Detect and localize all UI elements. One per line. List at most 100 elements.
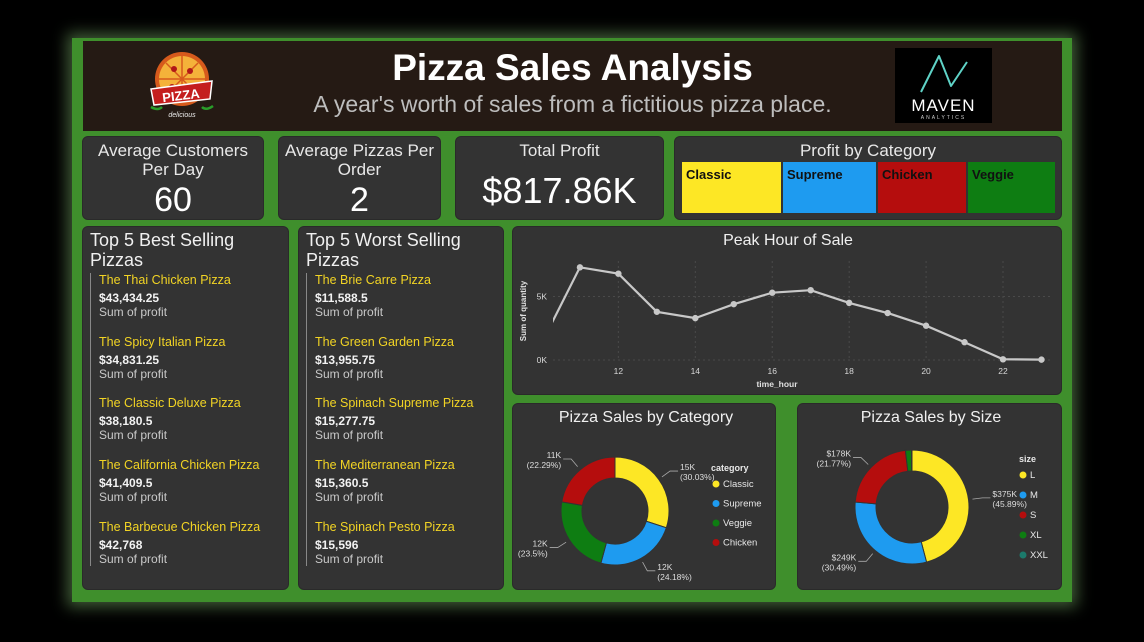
category-block-veggie[interactable]: Veggie [968, 162, 1055, 213]
peak-hour-chart: Peak Hour of Sale Sum of quantity time_h… [519, 232, 1053, 389]
pizza-profit: $15,360.5 [315, 476, 369, 491]
best-selling-panel: Top 5 Best Selling Pizzas The Thai Chick… [82, 226, 289, 590]
kpi-label: Average Pizzas Per Order [285, 141, 434, 179]
leader-line [563, 458, 578, 467]
category-label: Supreme [787, 167, 843, 182]
legend-swatch [712, 480, 720, 488]
data-point[interactable] [1038, 356, 1045, 363]
leader-line [549, 541, 567, 548]
list-item: The Mediterranean Pizza $15,360.5 Sum of… [315, 458, 495, 520]
slice-value-label: 12K [657, 562, 672, 572]
pizza-profit-label: Sum of profit [315, 428, 384, 443]
slice-percent-label: (21.77%) [817, 459, 852, 469]
chart-title: Pizza Sales by Category [559, 409, 733, 426]
legend-item[interactable]: Supreme [723, 499, 762, 510]
donut-slice-m[interactable] [854, 501, 928, 565]
x-tick-label: 20 [921, 366, 931, 376]
donut-slice-supreme[interactable] [600, 520, 667, 566]
profit-by-category: Profit by Category Classic Supreme Chick… [674, 136, 1062, 220]
data-point[interactable] [692, 314, 699, 322]
x-tick-label: 22 [998, 366, 1008, 376]
list-item: The Green Garden Pizza $13,955.75 Sum of… [315, 335, 495, 397]
peak-hour-panel: Peak Hour of Sale Sum of quantity time_h… [512, 226, 1062, 395]
legend-swatch [1019, 511, 1027, 519]
data-point[interactable] [769, 289, 776, 296]
legend-swatch [1019, 491, 1027, 499]
data-point[interactable] [922, 322, 930, 329]
pizza-name: The Spinach Pesto Pizza [315, 519, 455, 534]
pizza-name: The California Chicken Pizza [99, 458, 260, 473]
pizza-profit-label: Sum of profit [99, 366, 168, 381]
list-item: The Brie Carre Pizza $11,588.5 Sum of pr… [315, 273, 495, 335]
kpi-total-profit: Total Profit $817.86K [455, 136, 664, 220]
leader-line [853, 457, 869, 465]
data-point[interactable] [576, 264, 584, 271]
legend-item[interactable]: S [1030, 510, 1036, 521]
leader-line [858, 553, 874, 562]
legend-swatch [712, 519, 720, 527]
data-point[interactable] [845, 299, 853, 307]
legend-item[interactable]: Chicken [723, 538, 757, 549]
kpi-avg-pizzas: Average Pizzas Per Order 2 [278, 136, 441, 220]
donut-slice-classic[interactable] [614, 456, 670, 529]
legend-swatch [1019, 551, 1027, 559]
category-block-supreme[interactable]: Supreme [783, 162, 876, 213]
data-point[interactable] [999, 356, 1007, 363]
list-item: The Thai Chicken Pizza $43,434.25 Sum of… [99, 273, 279, 335]
list-item: The Barbecue Chicken Pizza $42,768 Sum o… [99, 520, 279, 566]
y-tick-label: 5K [537, 292, 548, 302]
data-point[interactable] [730, 300, 737, 308]
pizza-name: The Barbecue Chicken Pizza [99, 519, 261, 534]
x-tick-label: 14 [691, 366, 701, 376]
data-point[interactable] [653, 308, 661, 315]
pizza-name: The Brie Carre Pizza [315, 273, 432, 287]
category-donut-panel: Pizza Sales by Category 15K (30.03%) 12K (2… [512, 403, 776, 590]
data-point[interactable] [807, 286, 814, 294]
legend-item[interactable]: Classic [723, 479, 754, 490]
legend-item[interactable]: Veggie [723, 518, 752, 529]
list-item: The Spinach Pesto Pizza $15,596 Sum of p… [315, 520, 495, 566]
donut-slice-chicken[interactable] [561, 456, 616, 506]
slice-value-label: $375K [992, 489, 1017, 499]
header-banner: PIZZA delicious Pizza Sales Analysis A y… [83, 41, 1062, 131]
legend-item[interactable]: XXL [1030, 550, 1048, 561]
sales-by-size-chart: Pizza Sales by Size $375K(45.89%) $249K(3… [817, 409, 1048, 572]
pizza-profit: $15,277.75 [315, 414, 376, 429]
donut-slice-s[interactable] [854, 449, 909, 505]
donut-slice-veggie[interactable] [560, 501, 607, 564]
maven-logo: MAVEN ANALYTICS [895, 48, 992, 123]
kpi-value: 60 [154, 181, 192, 219]
slice-value-label: $249K [832, 552, 857, 562]
kpi-avg-customers: Average Customers Per Day 60 [82, 136, 264, 220]
slice-value-label: $178K [826, 449, 851, 459]
legend-swatch [712, 500, 720, 507]
slice-percent-label: (30.03%) [680, 472, 715, 482]
data-point[interactable] [615, 270, 622, 277]
chart-title: Peak Hour of Sale [723, 232, 853, 249]
legend-swatch [1019, 471, 1027, 479]
category-block-classic[interactable]: Classic [682, 162, 781, 213]
chart-title: Pizza Sales by Size [861, 409, 1002, 426]
pizza-profit: $42,768 [99, 537, 143, 552]
maven-tagline: ANALYTICS [920, 115, 967, 121]
leader-line [972, 497, 991, 500]
list-item: The Spicy Italian Pizza $34,831.25 Sum o… [99, 335, 279, 397]
x-tick-label: 18 [844, 366, 854, 376]
legend-item[interactable]: XL [1030, 530, 1042, 541]
best-selling-title: Top 5 Best Selling Pizzas [90, 230, 235, 270]
legend-item[interactable]: L [1030, 470, 1035, 481]
pizza-profit-label: Sum of profit [99, 551, 168, 566]
legend-title: size [1019, 454, 1036, 464]
slice-value-label: 12K [533, 539, 548, 549]
data-point[interactable] [961, 339, 968, 346]
pizza-name: The Classic Deluxe Pizza [99, 396, 241, 411]
slice-value-label: 15K [680, 462, 695, 472]
data-point[interactable] [884, 309, 891, 317]
list-item: The Classic Deluxe Pizza $38,180.5 Sum o… [99, 396, 279, 458]
worst-selling-title: Top 5 Worst Selling Pizzas [306, 230, 461, 270]
kpi-value: 2 [350, 181, 369, 219]
category-block-chicken[interactable]: Chicken [878, 162, 966, 213]
legend-item[interactable]: M [1030, 490, 1038, 501]
list-item: The Spinach Supreme Pizza $15,277.75 Sum… [315, 396, 495, 458]
category-label: Chicken [882, 167, 933, 182]
